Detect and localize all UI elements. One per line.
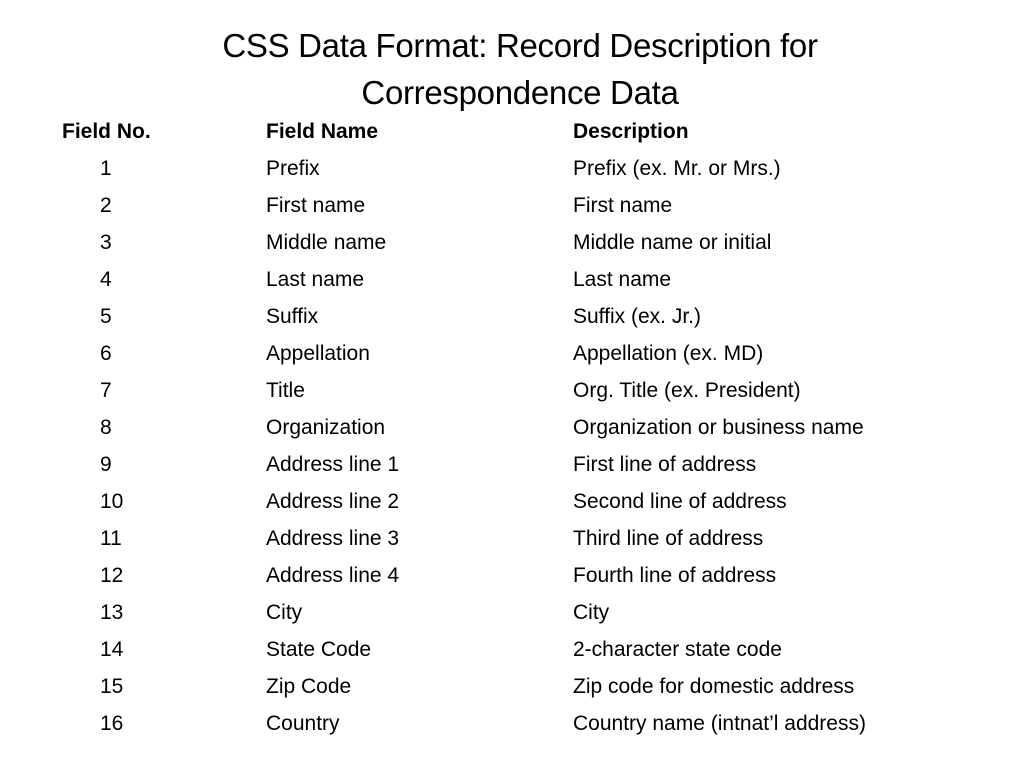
field-description: City [573,601,610,624]
table-row: 12 Address line 4 Fourth line of address [0,557,1024,594]
table-row: 11 Address line 3 Third line of address [0,520,1024,557]
table-row: 8 Organization Organization or business na… [0,409,1024,446]
field-number: 5 [100,305,112,328]
field-number: 13 [100,601,124,624]
field-description: First name [573,194,673,217]
field-number: 4 [100,268,112,291]
field-name: Address line 1 [266,453,400,476]
field-description: Middle name or initial [573,231,772,254]
field-name: Last name [266,268,365,291]
field-number: 3 [100,231,112,254]
table-row: 15 Zip Code Zip code for domestic address [0,668,1024,705]
field-name: Appellation [266,342,370,365]
field-name: Title [266,379,305,402]
field-number: 8 [100,416,112,439]
field-description: First line of address [573,453,757,476]
slide-title-line-2: Correspondence Data [361,74,679,111]
field-number: 9 [100,453,112,476]
field-description: Org. Title (ex. President) [573,379,801,402]
field-number: 15 [100,675,124,698]
table-row: 6 Appellation Appellation (ex. MD) [0,335,1024,372]
table-row: 1 Prefix Prefix (ex. Mr. or Mrs.) [0,150,1024,187]
field-number: 10 [100,490,124,513]
field-name: Zip Code [266,675,352,698]
field-name: Address line 3 [266,527,400,550]
field-name: State Code [266,638,372,661]
field-number: 14 [100,638,124,661]
table-header-row: Field No. Field Name Description [0,113,1024,150]
field-name: Address line 2 [266,490,400,513]
table-row: 7 Title Org. Title (ex. President) [0,372,1024,409]
table-row: 10 Address line 2 Second line of address [0,483,1024,520]
field-name: Country [266,712,340,735]
field-description: Last name [573,268,672,291]
field-description: Second line of address [573,490,787,513]
field-name: Address line 4 [266,564,400,587]
field-name: First name [266,194,366,217]
field-description: Suffix (ex. Jr.) [573,305,701,328]
table-row: 5 Suffix Suffix (ex. Jr.) [0,298,1024,335]
field-name: Prefix [266,157,320,180]
table-row: 13 City City [0,594,1024,631]
table-row: 4 Last name Last name [0,261,1024,298]
field-description: Third line of address [573,527,764,550]
field-name: Suffix [266,305,319,328]
header-description: Description [573,120,689,143]
table-row: 9 Address line 1 First line of address [0,446,1024,483]
field-number: 7 [100,379,112,402]
field-description: Prefix (ex. Mr. or Mrs.) [573,157,781,180]
field-number: 16 [100,712,124,735]
field-number: 2 [100,194,112,217]
field-name: Middle name [266,231,387,254]
header-field-no: Field No. [62,120,151,143]
field-number: 6 [100,342,112,365]
table-row: 16 Country Country name (intnat’l address) [0,705,1024,742]
field-description: Appellation (ex. MD) [573,342,764,365]
field-description: Fourth line of address [573,564,777,587]
slide-title-line-1: CSS Data Format: Record Description for [222,27,818,64]
field-description: Zip code for domestic address [573,675,855,698]
field-description: Organization or business name [573,416,864,439]
field-number: 12 [100,564,124,587]
slide-title: CSS Data Format: Record Description for … [0,22,1024,116]
table-row: 3 Middle name Middle name or initial [0,224,1024,261]
field-description: Country name (intnat’l address) [573,712,866,735]
field-name: Organization [266,416,386,439]
table-row: 14 State Code 2-character state code [0,631,1024,668]
field-name: City [266,601,303,624]
table-row: 2 First name First name [0,187,1024,224]
field-number: 1 [100,157,112,180]
header-field-name: Field Name [266,120,379,143]
field-number: 11 [100,527,122,550]
field-description: 2-character state code [573,638,782,661]
